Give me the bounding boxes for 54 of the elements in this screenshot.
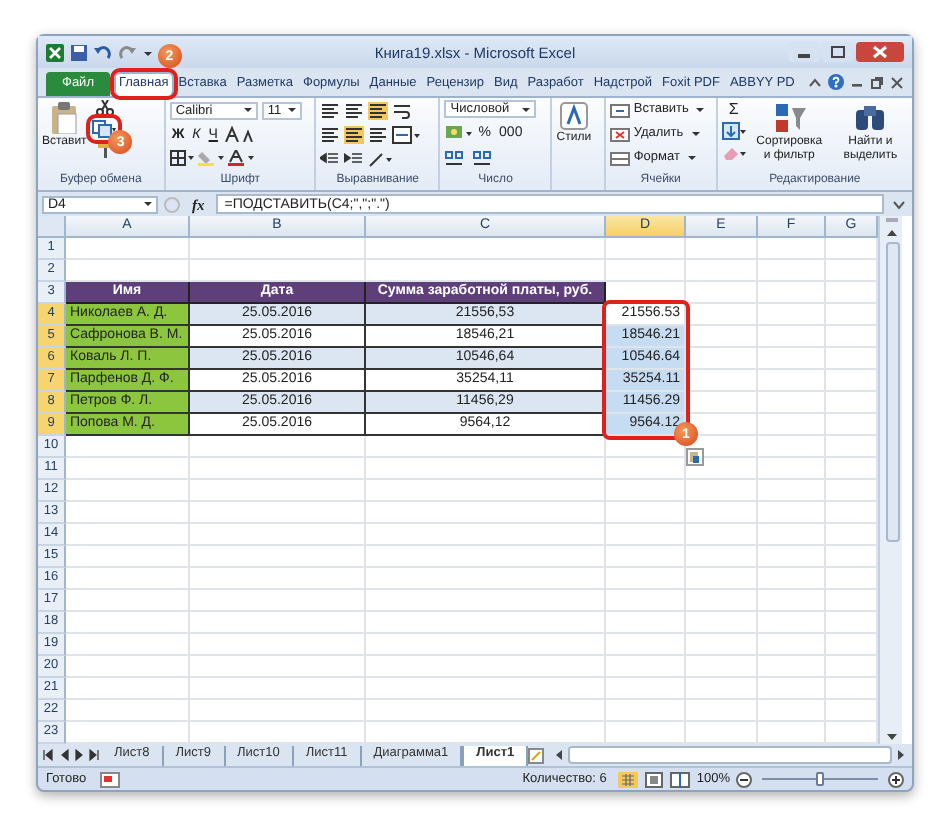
- align-bottom-icon[interactable]: [368, 101, 389, 119]
- close-icon[interactable]: [890, 75, 904, 89]
- grow-font-icon[interactable]: [223, 126, 256, 142]
- fill-color-icon[interactable]: [197, 150, 224, 166]
- vertical-scrollbar[interactable]: [878, 216, 902, 744]
- redo-icon[interactable]: [118, 43, 136, 61]
- text-orientation-icon[interactable]: [368, 149, 393, 167]
- expand-icon: [164, 195, 180, 213]
- wrap-text-icon[interactable]: [392, 101, 413, 119]
- increase-decimal-icon[interactable]: [444, 147, 469, 165]
- split-handle-icon: [884, 216, 900, 224]
- merge-cells-icon[interactable]: [392, 125, 421, 143]
- close-icon[interactable]: [856, 42, 904, 62]
- help-icon[interactable]: [828, 74, 844, 90]
- restore-icon[interactable]: [870, 75, 884, 89]
- save-icon[interactable]: [70, 43, 88, 61]
- borders-icon[interactable]: [169, 150, 194, 166]
- slider-thumb[interactable]: [816, 772, 824, 786]
- clipboard-icon: [50, 102, 79, 134]
- zoom-out-icon[interactable]: [736, 771, 752, 787]
- fill-icon[interactable]: [721, 122, 746, 140]
- maximize-icon[interactable]: [822, 42, 854, 62]
- insert-sheet-icon[interactable]: [528, 747, 547, 763]
- binoculars-icon: [854, 102, 887, 134]
- currency-icon[interactable]: [444, 123, 473, 141]
- increase-indent-icon[interactable]: [344, 149, 365, 167]
- align-left-icon[interactable]: [320, 125, 341, 143]
- scroll-right-icon: [896, 748, 908, 762]
- decrease-decimal-icon[interactable]: [472, 147, 497, 165]
- spreadsheet-app-icon: [46, 43, 64, 61]
- page-break-icon[interactable]: [670, 771, 691, 787]
- align-top-icon[interactable]: [320, 101, 341, 119]
- align-middle-icon[interactable]: [344, 101, 365, 119]
- copy-icon[interactable]: [92, 120, 117, 138]
- styles-icon: [559, 102, 588, 130]
- decrease-indent-icon[interactable]: [320, 149, 341, 167]
- scissors-icon[interactable]: [92, 100, 117, 116]
- autosum-button[interactable]: Σ: [721, 100, 746, 118]
- align-right-icon[interactable]: [368, 125, 389, 143]
- sort-filter-icon: [773, 102, 806, 134]
- undo-icon[interactable]: [94, 43, 112, 61]
- insert-cells-icon: [609, 101, 630, 119]
- align-center-icon[interactable]: [344, 125, 365, 143]
- collapse-ribbon-icon[interactable]: [808, 75, 822, 89]
- record-macro-icon[interactable]: [100, 771, 121, 787]
- normal-view-icon[interactable]: [618, 771, 639, 787]
- zoom-in-icon[interactable]: [888, 771, 904, 787]
- delete-cells-icon: [609, 125, 630, 143]
- format-cells-icon: [609, 149, 630, 167]
- font-color-icon[interactable]: [227, 150, 254, 166]
- clear-icon[interactable]: [721, 144, 746, 162]
- paste-options-icon[interactable]: [686, 448, 704, 466]
- sheet-navigation-icon[interactable]: [42, 748, 102, 762]
- page-layout-icon[interactable]: [644, 771, 665, 787]
